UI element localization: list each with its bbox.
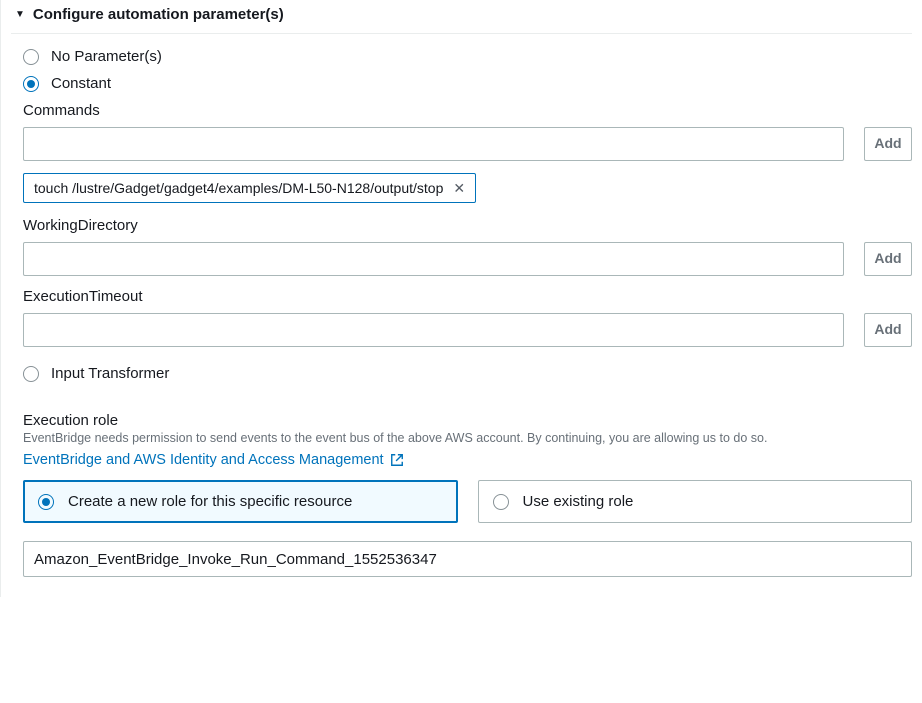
workingdirectory-add-button[interactable]: Add: [864, 242, 912, 276]
commands-input-row: Add: [23, 127, 912, 161]
automation-parameters-panel: ▼ Configure automation parameter(s) No P…: [0, 0, 922, 597]
radio-icon: [23, 366, 39, 382]
workingdirectory-input-row: Add: [23, 242, 912, 276]
executiontimeout-label: ExecutionTimeout: [23, 288, 912, 305]
radio-dot-icon: [42, 498, 50, 506]
radio-label: Input Transformer: [51, 365, 169, 382]
execution-role-label: Execution role: [23, 412, 912, 429]
workingdirectory-input[interactable]: [23, 242, 844, 276]
radio-icon-selected: [23, 76, 39, 92]
radio-label: Constant: [51, 75, 111, 92]
radio-constant[interactable]: Constant: [23, 75, 912, 92]
workingdirectory-label: WorkingDirectory: [23, 217, 912, 234]
role-card-create-new[interactable]: Create a new role for this specific reso…: [23, 480, 458, 523]
form-area: No Parameter(s) Constant Commands Add to…: [11, 48, 912, 577]
role-name-input[interactable]: [23, 541, 912, 577]
role-choice-row: Create a new role for this specific reso…: [23, 480, 912, 523]
command-tag[interactable]: touch /lustre/Gadget/gadget4/examples/DM…: [23, 173, 476, 203]
commands-input[interactable]: [23, 127, 844, 161]
radio-input-transformer[interactable]: Input Transformer: [23, 365, 912, 382]
role-card-label: Create a new role for this specific reso…: [68, 493, 352, 510]
commands-add-button[interactable]: Add: [864, 127, 912, 161]
close-icon[interactable]: ✕: [453, 181, 465, 195]
executiontimeout-add-button[interactable]: Add: [864, 313, 912, 347]
radio-icon-selected: [38, 494, 54, 510]
commands-label: Commands: [23, 102, 912, 119]
external-link-icon: [390, 453, 404, 467]
role-card-label: Use existing role: [523, 493, 634, 510]
radio-dot-icon: [27, 80, 35, 88]
caret-down-icon: ▼: [15, 9, 25, 20]
radio-no-parameters[interactable]: No Parameter(s): [23, 48, 912, 65]
radio-label: No Parameter(s): [51, 48, 162, 65]
executiontimeout-input[interactable]: [23, 313, 844, 347]
role-card-use-existing[interactable]: Use existing role: [478, 480, 913, 523]
iam-link-text: EventBridge and AWS Identity and Access …: [23, 452, 384, 468]
section-title: Configure automation parameter(s): [33, 6, 284, 23]
iam-link[interactable]: EventBridge and AWS Identity and Access …: [23, 452, 404, 468]
commands-tags: touch /lustre/Gadget/gadget4/examples/DM…: [23, 173, 912, 203]
radio-icon: [23, 49, 39, 65]
section-header[interactable]: ▼ Configure automation parameter(s): [11, 0, 912, 34]
command-tag-text: touch /lustre/Gadget/gadget4/examples/DM…: [34, 180, 443, 196]
executiontimeout-input-row: Add: [23, 313, 912, 347]
execution-role-hint: EventBridge needs permission to send eve…: [23, 431, 912, 445]
radio-icon: [493, 494, 509, 510]
